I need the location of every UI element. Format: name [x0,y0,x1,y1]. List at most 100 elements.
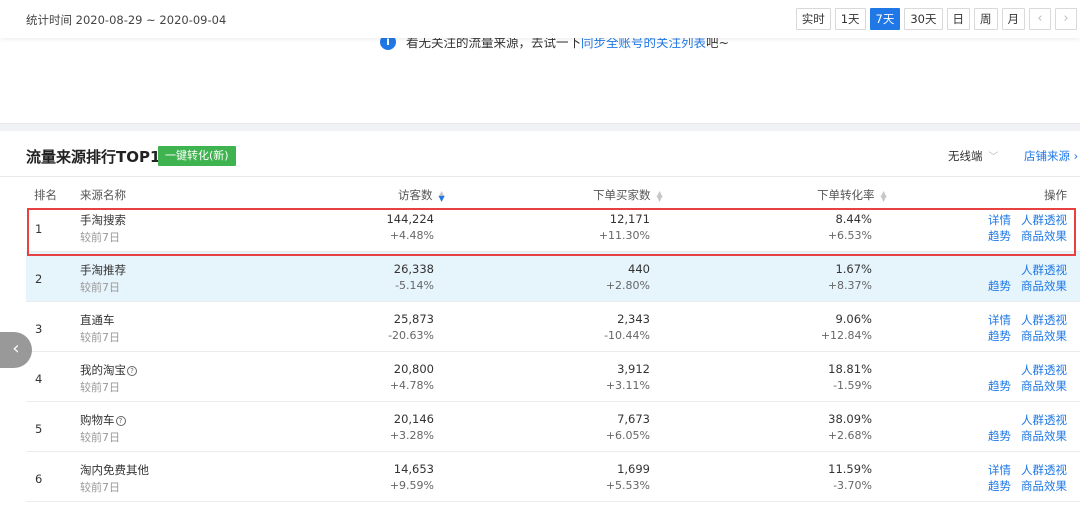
table-row: 5 购物车? 较前7日 20,146 +3.28% 7,673 +6.05% 38.… [26,402,1080,452]
device-select[interactable]: 无线端 ﹀ [948,148,999,164]
chevron-left-icon[interactable]: ‹ [1029,8,1051,30]
one-click-conversion-badge[interactable]: 一键转化(新) [158,146,236,166]
visitors-value: 14,653 [393,462,434,476]
conversion-delta: +12.84% [820,329,872,342]
product-effect-link[interactable]: 商品效果 [1021,278,1067,294]
source-name-text: 我的淘宝 [80,363,126,377]
column-visitors[interactable]: 访客数 ▲ ▼ [398,187,445,203]
conversion-delta: +6.53% [827,229,872,242]
detail-link[interactable]: 详情 [988,462,1011,478]
crowd-analysis-link[interactable]: 人群透视 [1021,462,1067,478]
buyers-delta: +5.53% [605,479,650,492]
visitors-value: 26,338 [393,262,434,276]
device-select-value: 无线端 [948,149,983,163]
row-rank: 4 [35,372,43,386]
product-effect-link[interactable]: 商品效果 [1021,328,1067,344]
date-range-bar: 统计时间 2020-08-29 ~ 2020-09-04 实时 1天 7天 30… [0,0,1080,38]
product-effect-link[interactable]: 商品效果 [1021,478,1067,494]
period-1d-button[interactable]: 1天 [834,8,866,30]
column-conversion[interactable]: 下单转化率 ▲ ▼ [817,187,887,203]
buyers-value: 1,699 [617,462,650,476]
help-icon[interactable]: ? [115,416,126,426]
help-icon[interactable]: ? [127,366,137,376]
crowd-analysis-link[interactable]: 人群透视 [1021,262,1067,278]
row-rank: 3 [35,322,43,336]
crowd-analysis-link[interactable]: 人群透视 [1021,312,1067,328]
source-name-text: 购物车 [80,413,115,427]
product-effect-link[interactable]: 商品效果 [1021,378,1067,394]
buyers-delta: -10.44% [604,329,650,342]
conversion-delta: +8.37% [827,279,872,292]
conversion-delta: +2.68% [827,429,872,442]
column-buyers[interactable]: 下单买家数 ▲ ▼ [593,187,663,203]
source-name: 淘内免费其他 [80,463,149,477]
visitors-delta: +9.59% [389,479,434,492]
column-ops: 操作 [1044,188,1067,202]
ranking-table-body: 1 手淘搜索 较前7日 144,224 +4.48% 12,171 +11.30% … [26,202,1080,502]
visitors-value: 25,873 [393,312,434,326]
trend-link[interactable]: 趋势 [988,328,1011,344]
visitors-cell: 26,338 -5.14% [394,262,434,292]
buyers-value: 3,912 [617,362,650,376]
conversion-value: 11.59% [828,462,872,476]
row-actions: 人群透视 趋势 商品效果 [957,412,1067,446]
period-week-button[interactable]: 周 [974,8,998,30]
visitors-delta: +3.28% [389,429,434,442]
buyers-delta: +11.30% [598,229,650,242]
trend-link[interactable]: 趋势 [988,428,1011,444]
period-7d-button[interactable]: 7天 [869,8,901,30]
period-realtime-button[interactable]: 实时 [795,8,831,30]
visitors-cell: 14,653 +9.59% [390,462,434,492]
source-name: 购物车? [80,412,126,428]
trend-link[interactable]: 趋势 [988,378,1011,394]
product-effect-link[interactable]: 商品效果 [1021,228,1067,244]
sort-icon: ▲ ▼ [880,188,887,203]
conversion-value: 18.81% [828,362,872,376]
period-30d-button[interactable]: 30天 [904,8,943,30]
compare-label: 较前7日 [80,331,120,344]
row-actions: 详情 人群透视 趋势 商品效果 [957,462,1067,496]
crowd-analysis-link[interactable]: 人群透视 [1021,362,1067,378]
column-buyers-label: 下单买家数 [593,188,651,202]
product-effect-link[interactable]: 商品效果 [1021,428,1067,444]
traffic-source-ranking-card: 流量来源排行TOP10 一键转化(新) 无线端 ﹀ 店铺来源 › 排名 来源名称 … [0,131,1080,505]
store-source-link[interactable]: 店铺来源 › [1024,148,1078,164]
crowd-analysis-link[interactable]: 人群透视 [1021,212,1067,228]
visitors-cell: 20,800 +4.78% [390,362,434,392]
visitors-value: 144,224 [386,212,434,226]
conversion-cell: 38.09% +2.68% [828,412,872,442]
detail-link[interactable]: 详情 [988,212,1011,228]
compare-label: 较前7日 [80,381,120,394]
conversion-value: 9.06% [835,312,872,326]
visitors-delta: -20.63% [388,329,434,342]
source-name: 手淘搜索 [80,213,126,227]
compare-label: 较前7日 [80,281,120,294]
buyers-value: 440 [628,262,650,276]
chevron-right-icon[interactable]: › [1055,8,1077,30]
column-conversion-label: 下单转化率 [817,188,875,202]
trend-link[interactable]: 趋势 [988,278,1011,294]
trend-link[interactable]: 趋势 [988,478,1011,494]
conversion-delta: -3.70% [833,479,872,492]
trend-link[interactable]: 趋势 [988,228,1011,244]
conversion-value: 38.09% [828,412,872,426]
column-rank: 排名 [34,188,57,202]
source-name: 我的淘宝? [80,362,137,378]
conversion-cell: 18.81% -1.59% [828,362,872,392]
period-switcher: 实时 1天 7天 30天 日 周 月 ‹ › [795,8,1077,30]
compare-label: 较前7日 [80,481,120,494]
row-rank: 5 [35,422,43,436]
notice-card: i 看无关注的流量来源，去试一下 同步全账号的关注列表 吧~ [0,33,1080,124]
period-month-button[interactable]: 月 [1001,8,1025,30]
detail-link[interactable]: 详情 [988,312,1011,328]
table-row: 4 我的淘宝? 较前7日 20,800 +4.78% 3,912 +3.11% 18… [26,352,1080,402]
row-actions: 详情 人群透视 趋势 商品效果 [957,312,1067,346]
visitors-delta: +4.48% [389,229,434,242]
table-row: 1 手淘搜索 较前7日 144,224 +4.48% 12,171 +11.30% … [26,202,1080,252]
crowd-analysis-link[interactable]: 人群透视 [1021,412,1067,428]
visitors-value: 20,146 [393,412,434,426]
period-day-button[interactable]: 日 [946,8,970,30]
row-actions: 人群透视 趋势 商品效果 [957,362,1067,396]
buyers-cell: 2,343 -10.44% [604,312,650,342]
column-source: 来源名称 [80,188,126,202]
